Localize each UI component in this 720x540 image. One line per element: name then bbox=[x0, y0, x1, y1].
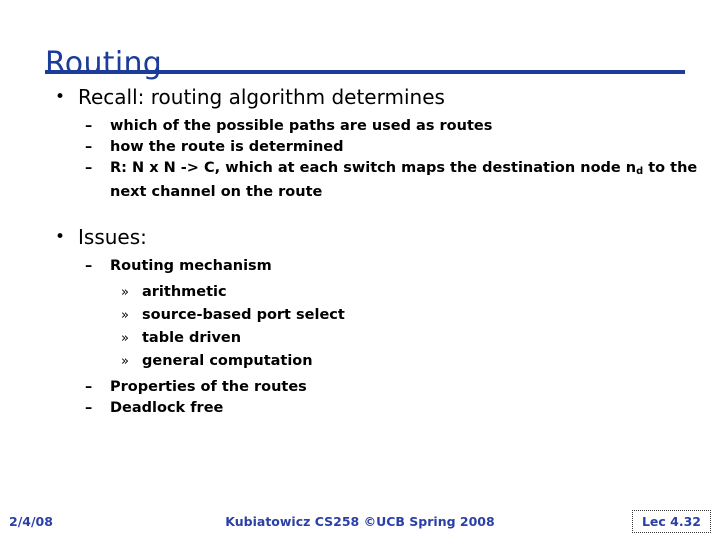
sub-bullet-routing-function: – R: N x N -> C, which at each switch ma… bbox=[0, 158, 720, 203]
guillemet-marker-icon: » bbox=[121, 354, 129, 370]
sub-sub-bullet-arithmetic: » arithmetic bbox=[0, 281, 720, 304]
sub-bullet-paths-text: which of the possible paths are used as … bbox=[110, 118, 493, 134]
sub-sub-bullet-general-computation: » general computation bbox=[0, 350, 720, 373]
bullet-recall-text: Recall: routing algorithm determines bbox=[78, 85, 445, 109]
sub-bullet-routing-mechanism-text: Routing mechanism bbox=[110, 258, 272, 275]
guillemet-marker-icon: » bbox=[121, 331, 129, 347]
footer-credit: Kubiatowicz CS258 ©UCB Spring 2008 bbox=[225, 514, 495, 529]
bullet-issues: • Issues: bbox=[0, 224, 720, 251]
sub-bullet-properties: – Properties of the routes bbox=[0, 377, 720, 398]
title-underline-rule bbox=[45, 70, 685, 74]
guillemet-marker-icon: » bbox=[121, 308, 129, 324]
slide-body: • Recall: routing algorithm determines –… bbox=[0, 84, 720, 419]
dash-marker-icon: – bbox=[85, 400, 93, 417]
sub-sub-bullet-source-based-text: source-based port select bbox=[142, 307, 345, 324]
bullet-marker-icon: • bbox=[55, 227, 66, 248]
sub-bullet-deadlock-free: – Deadlock free bbox=[0, 398, 720, 419]
bullet-recall: • Recall: routing algorithm determines bbox=[0, 84, 720, 111]
bullet-issues-text: Issues: bbox=[78, 225, 147, 250]
dash-marker-icon: – bbox=[85, 379, 93, 396]
slide-footer: 2/4/08 Kubiatowicz CS258 ©UCB Spring 200… bbox=[0, 506, 720, 540]
sub-bullet-routing-mechanism: – Routing mechanism bbox=[0, 256, 720, 277]
sub-sub-bullet-table-driven-text: table driven bbox=[142, 330, 242, 347]
sub-bullet-routing-function-text: R: N x N -> C, which at each switch maps… bbox=[110, 160, 697, 200]
sub-bullet-route-determined: – how the route is determined bbox=[0, 137, 720, 158]
routing-function-pre: R: N x N -> C, which at each switch maps… bbox=[110, 160, 637, 176]
dash-marker-icon: – bbox=[85, 118, 93, 134]
sub-sub-bullet-general-computation-text: general computation bbox=[142, 353, 313, 370]
sub-bullet-route-determined-text: how the route is determined bbox=[110, 139, 344, 155]
slide: Routing • Recall: routing algorithm dete… bbox=[0, 0, 720, 540]
sub-sub-bullet-arithmetic-text: arithmetic bbox=[142, 284, 227, 301]
sub-sub-bullet-table-driven: » table driven bbox=[0, 327, 720, 350]
bullet-marker-icon: • bbox=[55, 87, 66, 107]
page-title: Routing bbox=[45, 46, 163, 82]
dash-marker-icon: – bbox=[85, 160, 93, 176]
sub-bullet-deadlock-free-text: Deadlock free bbox=[110, 400, 224, 417]
dash-marker-icon: – bbox=[85, 139, 93, 155]
sub-sub-bullet-source-based: » source-based port select bbox=[0, 304, 720, 327]
sub-bullet-properties-text: Properties of the routes bbox=[110, 379, 307, 396]
sub-bullet-paths: – which of the possible paths are used a… bbox=[0, 116, 720, 137]
footer-lecture-number: Lec 4.32 bbox=[631, 510, 711, 533]
guillemet-marker-icon: » bbox=[121, 285, 129, 301]
dash-marker-icon: – bbox=[85, 258, 93, 275]
